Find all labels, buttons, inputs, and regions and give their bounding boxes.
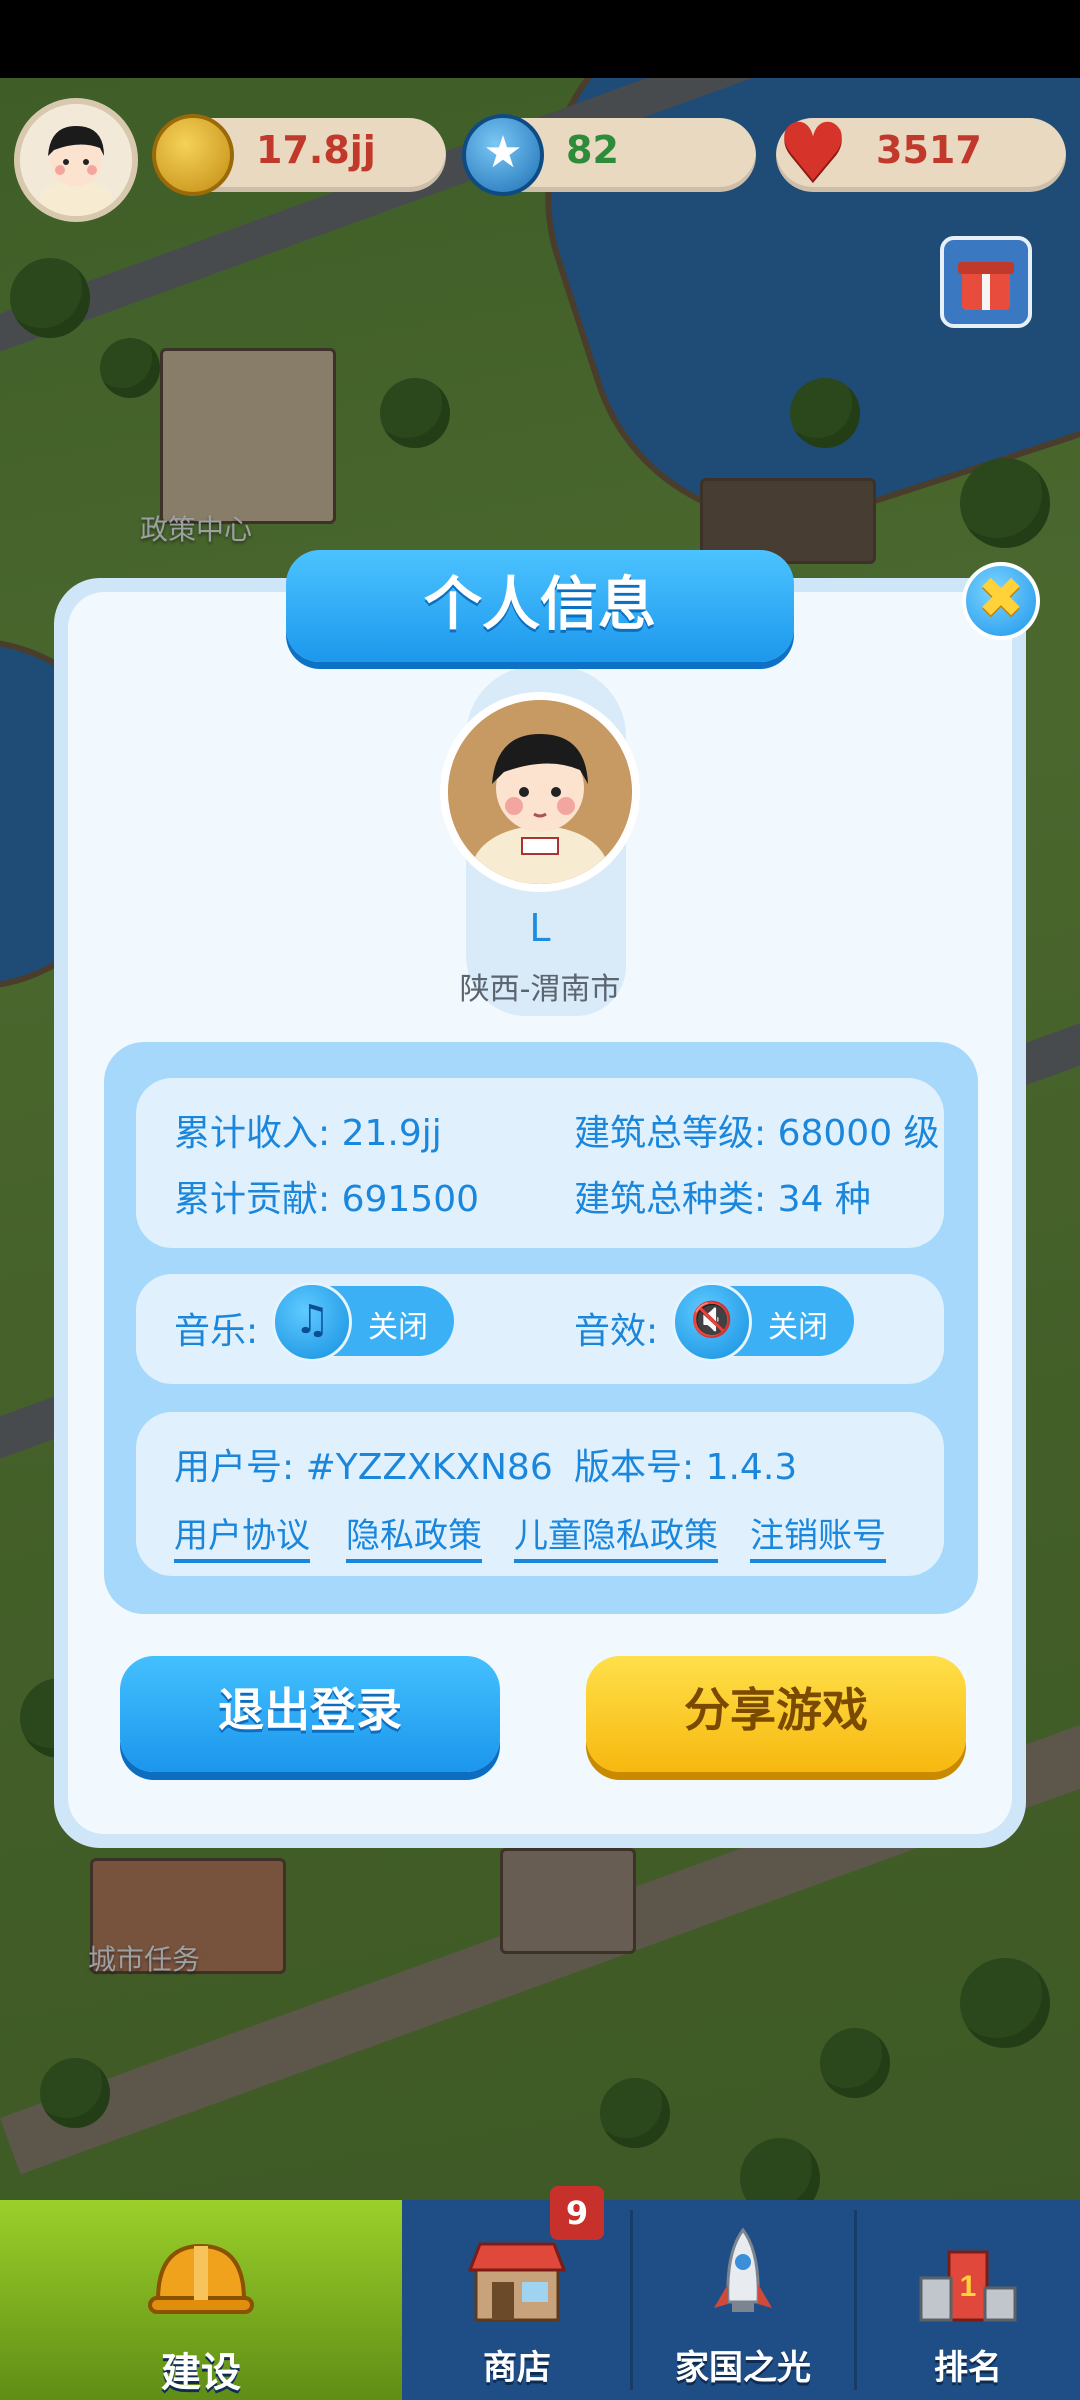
privacy-policy-link[interactable]: 隐私政策	[346, 1508, 482, 1563]
total-contribution: 累计贡献: 691500	[174, 1179, 479, 1220]
bottom-nav: 建设 商店 家国之光 1 排名	[0, 2200, 1080, 2400]
gift-box-icon	[958, 262, 1014, 310]
coin-icon	[152, 114, 234, 196]
hearts-counter[interactable]: ♥ 3517	[776, 113, 1066, 193]
sfx-toggle-state: 关闭	[768, 1310, 828, 1345]
close-button[interactable]: ✖	[962, 562, 1040, 640]
heart-icon: ♥	[777, 106, 849, 199]
player-name: L	[529, 906, 551, 950]
share-game-button[interactable]: 分享游戏	[586, 1656, 966, 1772]
music-toggle-state: 关闭	[368, 1310, 428, 1345]
avatar-boy-icon	[448, 700, 632, 884]
player-location: 陕西-渭南市	[459, 972, 621, 1007]
nav-divider	[630, 2210, 633, 2390]
user-agreement-link[interactable]: 用户协议	[174, 1508, 310, 1563]
user-id: 用户号: #YZZXKXN86	[174, 1447, 553, 1488]
nav-label-shop: 商店	[483, 2348, 551, 2388]
svg-text:1: 1	[960, 2270, 977, 2303]
nav-label-national-glory: 家国之光	[675, 2348, 811, 2388]
coins-counter[interactable]: 17.8jj	[152, 114, 446, 196]
total-building-level: 建筑总等级: 68000 级	[574, 1113, 940, 1154]
stars-counter[interactable]: ★ 82	[462, 114, 756, 196]
sfx-toggle[interactable]: 🔇 关闭	[672, 1282, 854, 1362]
rocket-icon	[714, 2227, 772, 2312]
ranking-icon: 1	[919, 2250, 1017, 2322]
hard-hat-icon	[148, 2243, 254, 2314]
nav-item-ranking[interactable]: 1 排名	[856, 2200, 1080, 2400]
child-privacy-policy-link[interactable]: 儿童隐私政策	[514, 1508, 718, 1563]
speaker-mute-icon: 🔇	[672, 1282, 752, 1362]
close-icon: ✖	[977, 566, 1025, 631]
logout-button[interactable]: 退出登录	[120, 1656, 500, 1772]
nav-item-build[interactable]: 建设	[0, 2200, 402, 2400]
shop-badge: 9	[550, 2186, 604, 2240]
music-toggle[interactable]: ♫ 关闭	[272, 1282, 454, 1362]
music-off-icon: ♫	[272, 1282, 352, 1362]
gift-event-icon[interactable]	[940, 236, 1032, 328]
sfx-label: 音效:	[574, 1311, 659, 1352]
nav-divider	[854, 2210, 857, 2390]
dialog-title: 个人信息	[286, 550, 794, 662]
music-label: 音乐:	[174, 1311, 259, 1352]
stars-value: 82	[566, 128, 619, 172]
delete-account-link[interactable]: 注销账号	[750, 1508, 886, 1563]
total-building-types: 建筑总种类: 34 种	[574, 1179, 871, 1220]
avatar-boy-icon	[20, 104, 132, 216]
profile-avatar	[440, 692, 640, 892]
star-icon: ★	[462, 114, 544, 196]
coins-value: 17.8jj	[256, 128, 376, 172]
nav-item-national-glory[interactable]: 家国之光	[632, 2200, 854, 2400]
app-version: 版本号: 1.4.3	[574, 1447, 798, 1488]
hearts-value: 3517	[876, 128, 982, 172]
player-avatar[interactable]	[14, 98, 138, 222]
nav-label-ranking: 排名	[934, 2348, 1002, 2388]
total-income: 累计收入: 21.9jj	[174, 1113, 442, 1154]
nav-label-build: 建设	[161, 2350, 241, 2396]
